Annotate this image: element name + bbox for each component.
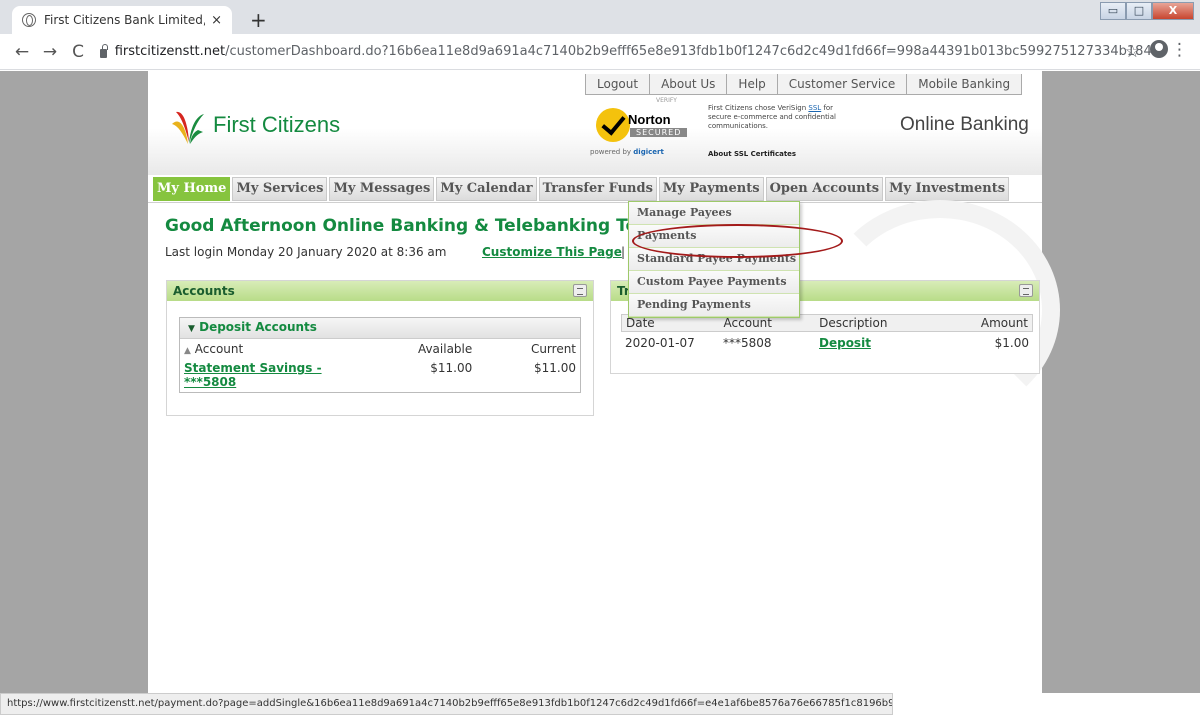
description-link[interactable]: Deposit: [819, 336, 871, 350]
page-side-left: [0, 71, 148, 693]
description-cell: Deposit: [813, 336, 943, 350]
available-cell: $11.00: [430, 361, 473, 375]
norton-verify-text: VERIFY: [656, 97, 677, 104]
col-header-available[interactable]: Available: [350, 342, 477, 356]
ssl-text-prefix: First Citizens chose VeriSign: [708, 104, 807, 112]
deposit-accounts-title: Deposit Accounts: [199, 320, 317, 334]
panel-menu-icon[interactable]: [1019, 284, 1033, 297]
ssl-statement: First Citizens chose VeriSign SSL for se…: [708, 104, 858, 131]
nav-transfer-funds[interactable]: Transfer Funds: [538, 177, 657, 201]
globe-icon: [22, 13, 36, 27]
norton-secured-text: SECURED: [630, 128, 688, 137]
about-us-link[interactable]: About Us: [649, 74, 726, 94]
account-cell: Statement Savings - ***5808: [180, 361, 350, 389]
page-side-right: [1042, 71, 1200, 693]
digicert-label: digicert: [633, 148, 664, 156]
menu-item-pending-payments[interactable]: Pending Payments: [629, 294, 799, 317]
table-row: 2020-01-07 ***5808 Deposit $1.00: [621, 336, 1033, 350]
ssl-link[interactable]: SSL: [808, 104, 821, 112]
accounts-panel: Accounts ▼ Deposit Accounts ▲ Account Av…: [166, 280, 594, 416]
first-citizens-logo-icon: [172, 111, 204, 144]
new-tab-button[interactable]: +: [250, 8, 267, 32]
accounts-panel-title: Accounts: [173, 284, 235, 298]
col-header-description[interactable]: Description: [813, 316, 942, 330]
nav-my-calendar[interactable]: My Calendar: [436, 177, 537, 201]
col-header-amount[interactable]: Amount: [942, 316, 1032, 330]
deposit-accounts-section: ▼ Deposit Accounts ▲ Account Available C…: [179, 317, 581, 393]
logo-text: First Citizens: [213, 112, 341, 137]
menu-item-payments[interactable]: Payments: [629, 225, 799, 248]
nav-my-payments[interactable]: My Payments: [658, 177, 764, 201]
url-host: firstcitizenstt.net: [114, 44, 226, 59]
deposit-accounts-header[interactable]: ▼ Deposit Accounts: [180, 318, 580, 338]
nav-my-investments[interactable]: My Investments: [885, 177, 1010, 201]
main-nav: My Home My Services My Messages My Calen…: [153, 177, 1010, 201]
nav-my-messages[interactable]: My Messages: [329, 177, 435, 201]
top-links: Logout About Us Help Customer Service Mo…: [585, 74, 1023, 95]
status-bar-url: https://www.firstcitizenstt.net/payment.…: [0, 693, 893, 715]
col-header-account[interactable]: Account: [718, 316, 814, 330]
logout-link[interactable]: Logout: [586, 74, 649, 94]
minimize-button[interactable]: ▭: [1100, 2, 1126, 20]
norton-powered-by: powered by digicert: [590, 148, 664, 156]
lock-icon: [100, 44, 108, 58]
nav-open-accounts[interactable]: Open Accounts: [765, 177, 884, 201]
close-tab-icon[interactable]: ×: [211, 13, 222, 28]
online-banking-title: Online Banking: [900, 114, 1029, 135]
reload-button[interactable]: C: [64, 42, 92, 62]
powered-by-label: powered by: [590, 148, 632, 156]
link-separator: |: [621, 245, 626, 259]
customer-service-link[interactable]: Customer Service: [776, 74, 906, 94]
date-cell: 2020-01-07: [625, 336, 695, 350]
menu-item-custom-payee-payments[interactable]: Custom Payee Payments: [629, 271, 799, 294]
account-cell: ***5808: [723, 336, 772, 350]
last-login-text: Last login Monday 20 January 2020 at 8:3…: [165, 245, 447, 259]
url-path: /customerDashboard.do?16b6ea11e8d9a691a4…: [225, 44, 1160, 59]
bookmark-star-icon[interactable]: ☆: [1125, 42, 1140, 62]
current-cell: $11.00: [534, 361, 577, 375]
menu-item-manage-payees[interactable]: Manage Payees: [629, 202, 799, 225]
nav-my-services[interactable]: My Services: [232, 177, 328, 201]
profile-icon[interactable]: [1150, 40, 1168, 58]
panel-menu-icon[interactable]: [573, 284, 587, 297]
collapse-triangle-icon: ▼: [188, 324, 195, 334]
norton-wordmark: Norton: [628, 112, 671, 127]
greeting-heading: Good Afternoon Online Banking & Telebank…: [165, 216, 630, 236]
close-window-button[interactable]: X: [1152, 2, 1194, 20]
forward-button[interactable]: →: [36, 42, 64, 62]
customize-page-link[interactable]: Customize This Page: [482, 245, 622, 259]
browser-tab-bar: First Citizens Bank Limited, - Hor × + ▭…: [0, 0, 1200, 34]
norton-check-icon[interactable]: [596, 108, 630, 142]
url-field[interactable]: firstcitizenstt.net /customerDashboard.d…: [100, 44, 1160, 59]
tab-title: First Citizens Bank Limited, - Hor: [44, 13, 206, 27]
col-header-current[interactable]: Current: [476, 342, 580, 356]
window-controls: ▭ □ X: [1100, 2, 1194, 20]
col-header-account[interactable]: ▲ Account: [180, 342, 350, 356]
browser-menu-icon[interactable]: ⋮: [1171, 40, 1188, 60]
accounts-table-header: ▲ Account Available Current: [180, 338, 580, 358]
maximize-button[interactable]: □: [1126, 2, 1152, 20]
sort-asc-icon: ▲: [184, 345, 191, 356]
account-link[interactable]: Statement Savings - ***5808: [184, 361, 322, 389]
nav-my-home[interactable]: My Home: [153, 177, 231, 201]
my-payments-dropdown: Manage Payees Payments Standard Payee Pa…: [628, 201, 800, 318]
col-header-date[interactable]: Date: [622, 316, 718, 330]
amount-cell: $1.00: [994, 336, 1029, 350]
browser-tab[interactable]: First Citizens Bank Limited, - Hor ×: [12, 6, 232, 34]
accounts-panel-header: Accounts: [167, 281, 593, 301]
address-bar: ← → C firstcitizenstt.net /customerDashb…: [0, 34, 1200, 70]
about-ssl-link[interactable]: About SSL Certificates: [708, 150, 796, 158]
help-link[interactable]: Help: [726, 74, 776, 94]
back-button[interactable]: ←: [8, 42, 36, 62]
col-header-account-label: Account: [194, 341, 244, 356]
mobile-banking-link[interactable]: Mobile Banking: [906, 74, 1021, 94]
table-row: Statement Savings - ***5808 $11.00 $11.0…: [180, 358, 580, 392]
menu-item-standard-payee-payments[interactable]: Standard Payee Payments: [629, 248, 799, 271]
